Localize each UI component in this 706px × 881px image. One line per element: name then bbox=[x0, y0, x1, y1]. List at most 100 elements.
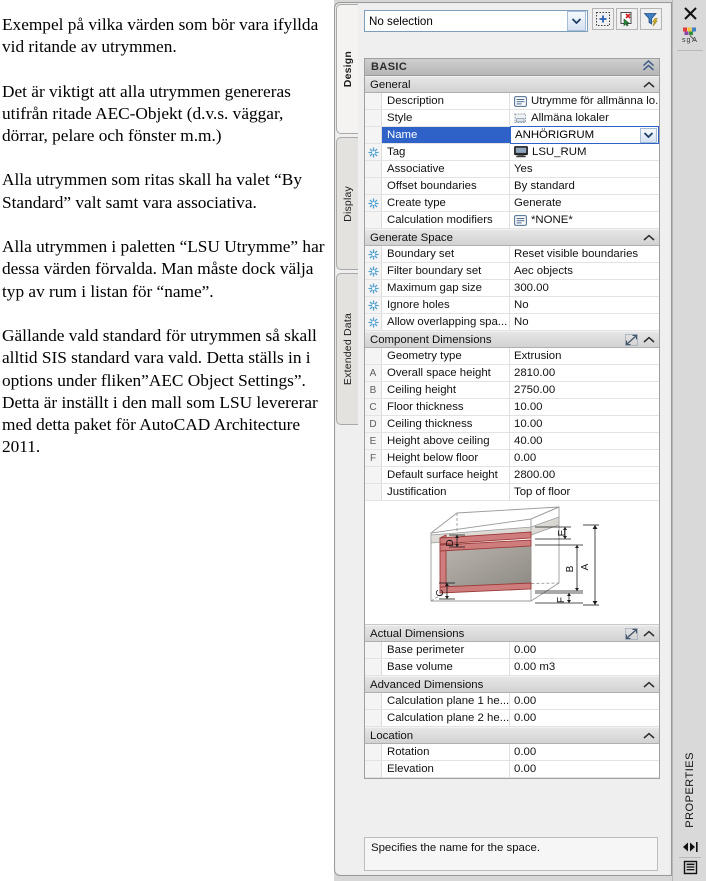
property-value[interactable]: Allmäna lokaler bbox=[510, 110, 659, 126]
palette-menu-icon[interactable] bbox=[679, 857, 701, 877]
chevron-up-icon[interactable] bbox=[643, 681, 655, 689]
property-value[interactable]: Extrusion bbox=[510, 348, 659, 364]
property-grid: BASIC General Description Utrymme för allm… bbox=[364, 58, 660, 779]
property-value[interactable]: 300.00 bbox=[510, 280, 659, 296]
svg-text:A: A bbox=[580, 563, 591, 570]
property-value[interactable]: Utrymme för allmänna lo... bbox=[510, 93, 659, 109]
property-value[interactable]: 0.00 bbox=[510, 450, 659, 466]
property-row[interactable]: Offset boundaries By standard bbox=[365, 178, 659, 195]
section-header-component-dimensions[interactable]: Component Dimensions bbox=[365, 331, 659, 348]
expand-diagonal-icon[interactable] bbox=[625, 627, 638, 640]
property-row[interactable]: Calculation plane 1 he... 0.00 bbox=[365, 693, 659, 710]
property-row[interactable]: Elevation 0.00 bbox=[365, 761, 659, 778]
rail-divider bbox=[677, 50, 703, 51]
palette-tool-buttons bbox=[592, 8, 662, 30]
section-header-generate-space[interactable]: Generate Space bbox=[365, 229, 659, 246]
property-name: Overall space height bbox=[382, 365, 510, 381]
property-row[interactable]: E Height above ceiling 40.00 bbox=[365, 433, 659, 450]
property-row[interactable]: F Height below floor 0.00 bbox=[365, 450, 659, 467]
property-row[interactable]: Calculation modifiers *NONE* bbox=[365, 212, 659, 229]
chevron-double-up-icon[interactable] bbox=[642, 59, 655, 74]
property-row[interactable]: Create type Generate bbox=[365, 195, 659, 212]
section-header-general[interactable]: General bbox=[365, 76, 659, 93]
property-value[interactable]: 0.00 bbox=[510, 710, 659, 726]
property-value[interactable]: 0.00 m3 bbox=[510, 659, 659, 675]
chevron-up-icon[interactable] bbox=[643, 732, 655, 740]
tab-extended-data[interactable]: Extended Data bbox=[336, 273, 358, 425]
property-value[interactable]: Top of floor bbox=[510, 484, 659, 500]
property-row[interactable]: B Ceiling height 2750.00 bbox=[365, 382, 659, 399]
tab-design-label: Design bbox=[341, 50, 354, 88]
property-row[interactable]: C Floor thickness 10.00 bbox=[365, 399, 659, 416]
property-value[interactable]: 40.00 bbox=[510, 433, 659, 449]
dimension-key-label: D bbox=[365, 416, 382, 432]
property-row[interactable]: Style Allmäna lokaler bbox=[365, 110, 659, 127]
section-header-actions bbox=[643, 234, 655, 242]
select-objects-button[interactable] bbox=[592, 8, 614, 30]
section-header-advanced-dimensions[interactable]: Advanced Dimensions bbox=[365, 676, 659, 693]
chevron-down-icon[interactable] bbox=[640, 127, 657, 143]
chevron-down-icon[interactable] bbox=[567, 11, 586, 31]
tab-design[interactable]: Design bbox=[336, 4, 358, 134]
selection-combobox[interactable]: No selection bbox=[364, 10, 588, 32]
property-value[interactable]: ANHÖRIGRUM bbox=[510, 126, 659, 144]
quick-properties-filter-button[interactable] bbox=[640, 8, 662, 30]
property-row[interactable]: Geometry type Extrusion bbox=[365, 348, 659, 365]
chevron-up-icon[interactable] bbox=[643, 336, 655, 344]
asterisk-icon bbox=[367, 299, 379, 311]
property-row[interactable]: Ignore holes No bbox=[365, 297, 659, 314]
property-value[interactable]: LSU_RUM bbox=[510, 144, 659, 160]
chevron-up-icon[interactable] bbox=[643, 630, 655, 638]
property-row[interactable]: Default surface height 2800.00 bbox=[365, 467, 659, 484]
property-row[interactable]: Calculation plane 2 he... 0.00 bbox=[365, 710, 659, 727]
property-row[interactable]: Boundary set Reset visible boundaries bbox=[365, 246, 659, 263]
property-value[interactable]: Generate bbox=[510, 195, 659, 211]
property-name: Ceiling height bbox=[382, 382, 510, 398]
basic-group-header[interactable]: BASIC bbox=[365, 59, 659, 76]
property-value[interactable]: 10.00 bbox=[510, 416, 659, 432]
tab-display[interactable]: Display bbox=[336, 137, 358, 270]
property-row[interactable]: Allow overlapping spa... No bbox=[365, 314, 659, 331]
property-row[interactable]: Base volume 0.00 m3 bbox=[365, 659, 659, 676]
property-value[interactable]: Aec objects bbox=[510, 263, 659, 279]
svg-text:B: B bbox=[565, 565, 576, 572]
quick-select-button[interactable] bbox=[616, 8, 638, 30]
property-value[interactable]: Yes bbox=[510, 161, 659, 177]
property-row[interactable]: Description Utrymme för allmänna lo... bbox=[365, 93, 659, 110]
property-value[interactable]: Reset visible boundaries bbox=[510, 246, 659, 262]
close-icon[interactable] bbox=[679, 3, 701, 23]
section-header-location[interactable]: Location bbox=[365, 727, 659, 744]
auto-hide-icon[interactable] bbox=[679, 838, 701, 856]
section-header-actual-dimensions[interactable]: Actual Dimensions bbox=[365, 625, 659, 642]
property-value[interactable]: 0.00 bbox=[510, 761, 659, 777]
property-value[interactable]: 0.00 bbox=[510, 642, 659, 658]
property-row[interactable]: Tag LSU_RUM bbox=[365, 144, 659, 161]
property-value[interactable]: 2800.00 bbox=[510, 467, 659, 483]
property-value[interactable]: *NONE* bbox=[510, 212, 659, 228]
property-value[interactable]: No bbox=[510, 297, 659, 313]
property-row[interactable]: Base perimeter 0.00 bbox=[365, 642, 659, 659]
property-row[interactable]: Associative Yes bbox=[365, 161, 659, 178]
property-value[interactable]: 2750.00 bbox=[510, 382, 659, 398]
change-color-icon[interactable]: s g A bbox=[679, 24, 703, 46]
chevron-up-icon[interactable] bbox=[643, 81, 655, 89]
property-row[interactable]: Name ANHÖRIGRUM bbox=[365, 126, 659, 144]
chevron-up-icon[interactable] bbox=[643, 234, 655, 242]
property-value-text: Aec objects bbox=[514, 265, 573, 277]
property-value[interactable]: No bbox=[510, 314, 659, 330]
expand-diagonal-icon[interactable] bbox=[625, 333, 638, 346]
property-value[interactable]: By standard bbox=[510, 178, 659, 194]
property-row[interactable]: Justification Top of floor bbox=[365, 484, 659, 501]
property-value[interactable]: 10.00 bbox=[510, 399, 659, 415]
property-value[interactable]: 2810.00 bbox=[510, 365, 659, 381]
property-row[interactable]: Filter boundary set Aec objects bbox=[365, 263, 659, 280]
row-gutter bbox=[365, 110, 382, 126]
property-value[interactable]: 0.00 bbox=[510, 744, 659, 760]
property-row[interactable]: A Overall space height 2810.00 bbox=[365, 365, 659, 382]
property-name: Calculation plane 1 he... bbox=[382, 693, 510, 709]
row-gutter bbox=[365, 484, 382, 500]
property-row[interactable]: Maximum gap size 300.00 bbox=[365, 280, 659, 297]
property-row[interactable]: Rotation 0.00 bbox=[365, 744, 659, 761]
property-row[interactable]: D Ceiling thickness 10.00 bbox=[365, 416, 659, 433]
property-value[interactable]: 0.00 bbox=[510, 693, 659, 709]
